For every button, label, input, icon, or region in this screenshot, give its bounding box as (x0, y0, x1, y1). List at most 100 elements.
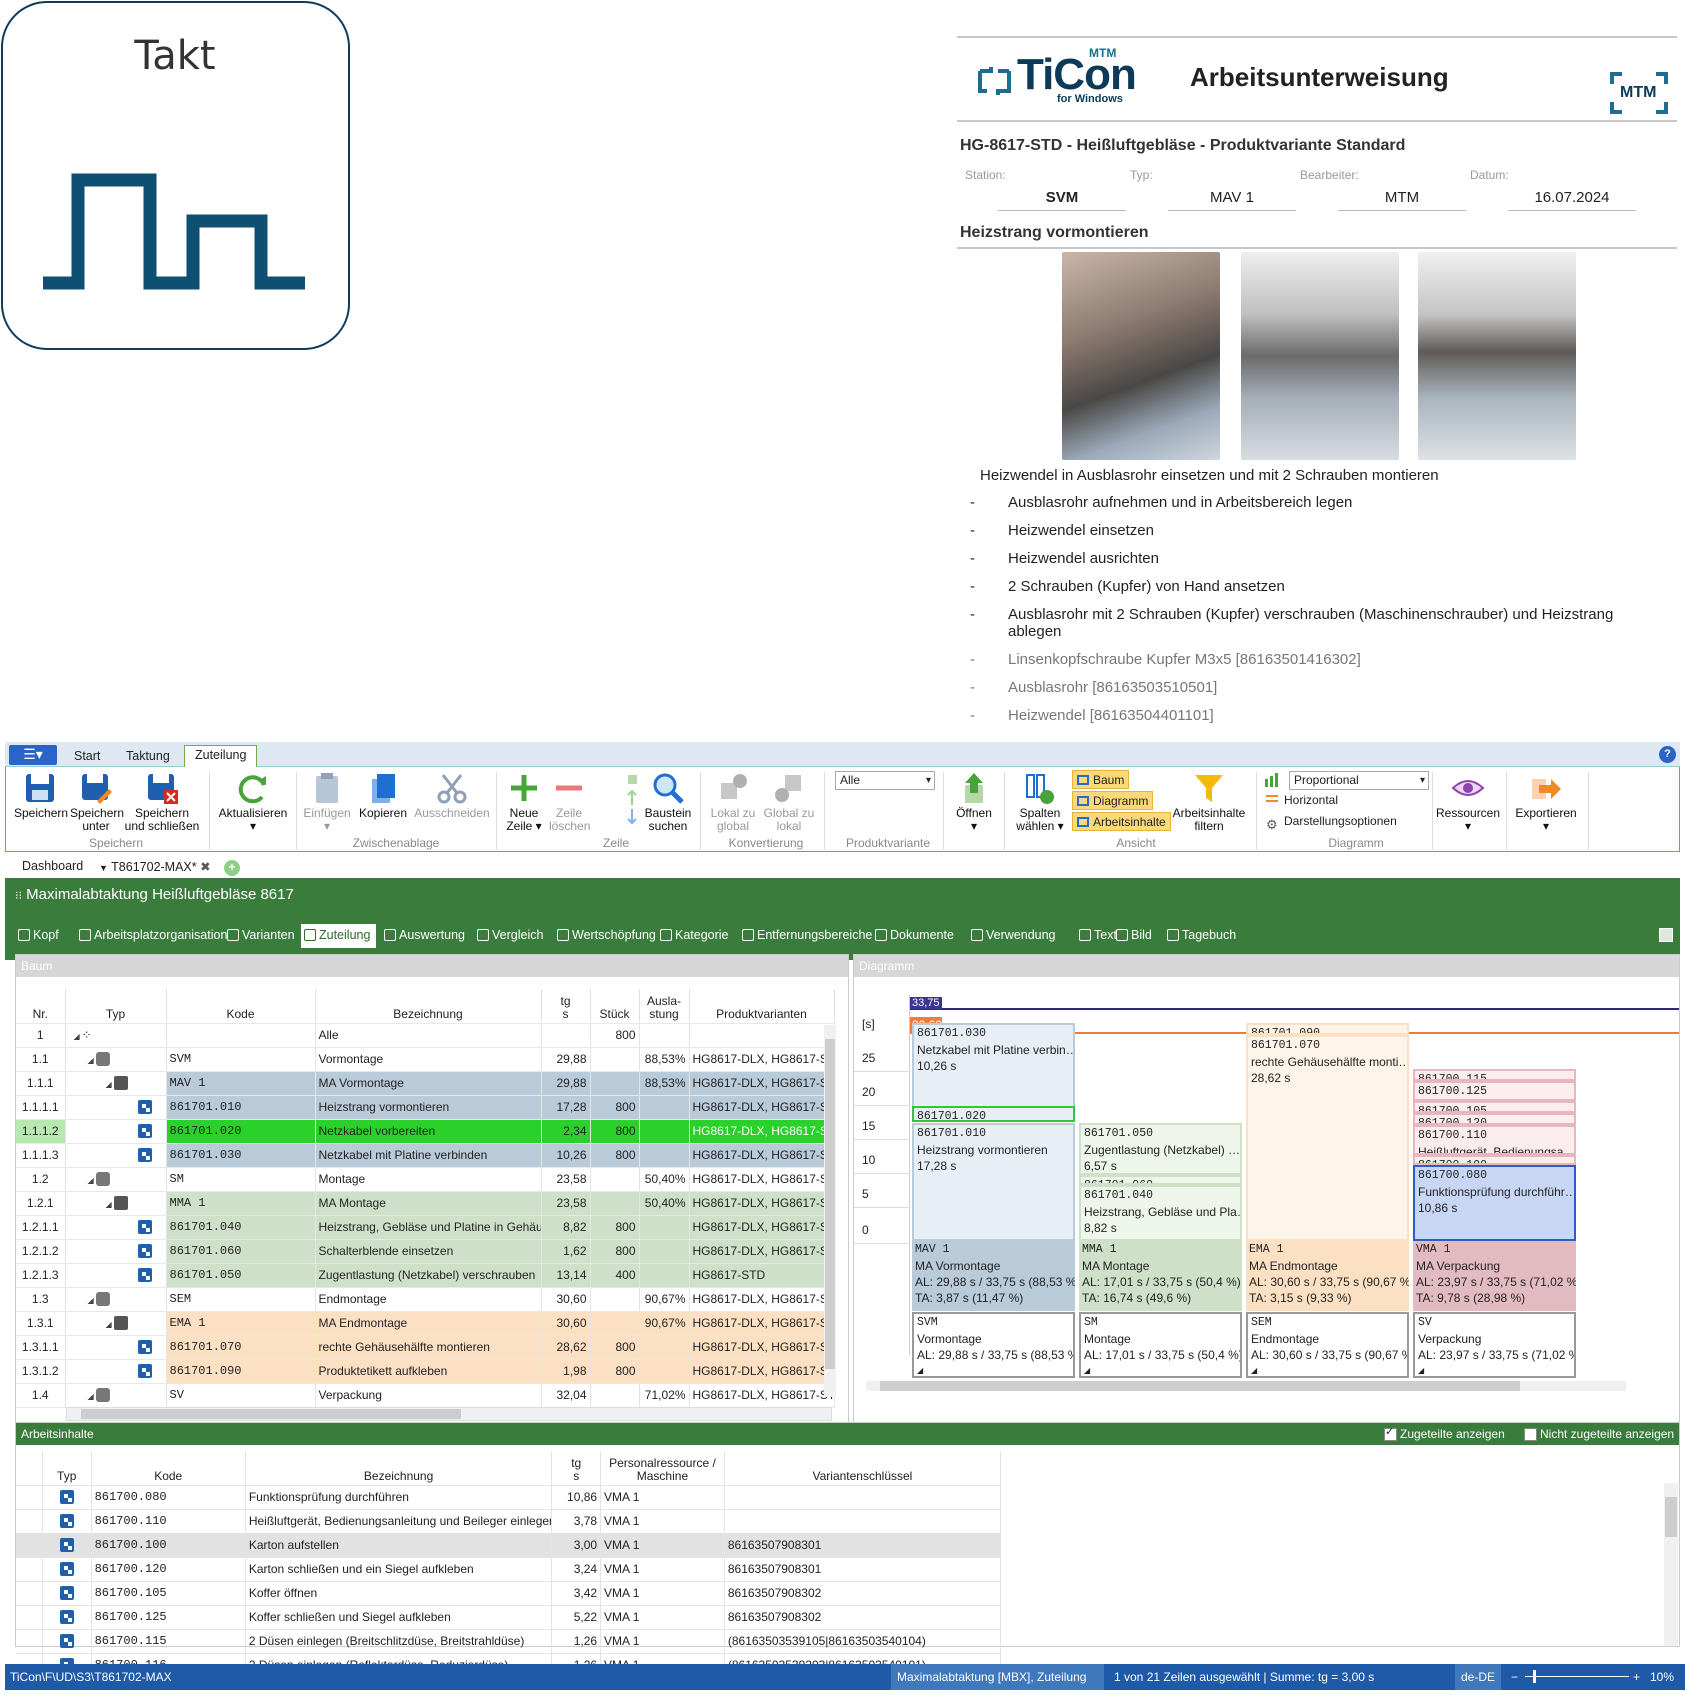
diagram-element-block[interactable]: 861700.125 (1413, 1081, 1576, 1101)
baum-column-header[interactable]: Ausla- stung (639, 989, 690, 1024)
ai-vscrollbar[interactable] (1664, 1483, 1678, 1646)
choose-columns-button[interactable]: Spalten wählen ▾ (1010, 771, 1070, 833)
baum-row[interactable]: 1.3 ◢ SEM Endmontage 30,60 90,67% HG8617-DLX, … (16, 1287, 835, 1312)
baum-row[interactable]: 1.2.1.2 861701.060 Schalterblende einsetze… (16, 1239, 835, 1264)
diagram-element-block[interactable]: 861701.060 (1079, 1175, 1242, 1185)
horizontal-toggle[interactable]: Horizontal (1264, 791, 1342, 810)
zoom-slider[interactable]: − + (1511, 1664, 1643, 1690)
baum-row[interactable]: 1.3.1 ◢ EMA 1 MA Endmontage 30,60 90,67% HG861… (16, 1311, 835, 1336)
baum-row[interactable]: 1.1.1.2 861701.020 Netzkabel vorbereiten 2,… (16, 1119, 835, 1144)
baum-row[interactable]: 1.2 ◢ SM Montage 23,58 50,40% HG8617-DLX, HG86… (16, 1167, 835, 1192)
move-arrows-icon[interactable] (626, 775, 638, 827)
view-arbeitsinhalte-toggle[interactable]: Arbeitsinhalte (1072, 812, 1171, 831)
baum-row[interactable]: 1.2.1 ◢ MMA 1 MA Montage 23,58 50,40% HG8617-D… (16, 1191, 835, 1216)
save-as-button[interactable]: Speichern unter (70, 771, 124, 833)
diagram-element-block[interactable]: 861700.110 Heißluftgerät, Bedienungsa… (1413, 1125, 1576, 1155)
baum-hscrollbar[interactable] (66, 1407, 832, 1421)
nav-tab-varianten[interactable]: Varianten (224, 924, 301, 948)
diagram-element-block[interactable]: 861701.020 (912, 1106, 1075, 1122)
diagramm-mode-select[interactable]: Proportional (1289, 771, 1429, 790)
ai-row[interactable]: 861700.105 Koffer öffnen 3,42 VMA 1 86163507… (16, 1581, 1002, 1606)
nav-tab-kopf[interactable]: Kopf (15, 924, 65, 948)
new-row-button[interactable]: Neue Zeile ▾ (502, 771, 546, 833)
diagram-element-block[interactable]: 861701.030 Netzkabel mit Platine verbin… 1… (912, 1023, 1075, 1117)
show-assigned-checkbox[interactable]: Zugeteilte anzeigen (1384, 1425, 1505, 1441)
panel-icon[interactable] (1659, 928, 1673, 942)
ai-row[interactable]: 861700.115 2 Düsen einlegen (Breitschlitz… (16, 1629, 1002, 1654)
nav-tab-entfernungsbereiche[interactable]: Entfernungsbereiche (739, 924, 878, 948)
baum-column-header[interactable]: Produktvarianten (689, 989, 835, 1024)
baum-column-header[interactable]: tg s (541, 989, 591, 1024)
diagram-element-block[interactable]: 861700.100 (1413, 1155, 1576, 1165)
help-icon[interactable]: ? (1659, 746, 1676, 763)
resources-button[interactable]: Ressourcen ▾ (1436, 771, 1500, 833)
nav-tab-vergleich[interactable]: Vergleich (474, 924, 549, 948)
ai-column-header[interactable]: Bezeichnung (245, 1451, 553, 1486)
open-button[interactable]: Öffnen ▾ (951, 771, 997, 833)
add-tab-icon[interactable]: + (224, 860, 240, 876)
cut-button[interactable]: Ausschneiden (414, 771, 490, 820)
baum-column-header[interactable]: Bezeichnung (315, 989, 542, 1024)
ai-row[interactable]: 861700.110 Heißluftgerät, Bedienungsanlei… (16, 1509, 1002, 1534)
export-button[interactable]: Exportieren ▾ (1514, 771, 1578, 833)
nav-tab-kategorie[interactable]: Kategorie (657, 924, 735, 948)
diagram-element-block[interactable]: 861701.050 Zugentlastung (Netzkabel) … 6,5… (1079, 1123, 1242, 1175)
nav-tab-verwendung[interactable]: Verwendung (968, 924, 1062, 948)
view-diagramm-toggle[interactable]: Diagramm (1072, 791, 1154, 810)
ai-column-header[interactable]: Typ (42, 1451, 92, 1486)
diagram-element-block[interactable]: 861700.080 Funktionsprüfung durchführ… 10,… (1413, 1165, 1576, 1241)
diagram-element-block[interactable]: 861701.070 rechte Gehäusehälfte monti… 28,… (1246, 1035, 1409, 1241)
ai-row[interactable]: 861700.120 Karton schließen und ein Siege… (16, 1557, 1002, 1582)
baum-column-header[interactable]: Typ (65, 989, 167, 1024)
baum-row[interactable]: 1.1.1.1 861701.010 Heizstrang vormontieren… (16, 1095, 835, 1120)
nav-tab-dokumente[interactable]: Dokumente (872, 924, 960, 948)
local-to-global-button[interactable]: Lokal zu global (708, 771, 758, 833)
baum-row[interactable]: 1.2.1.3 861701.050 Zugentlastung (Netzkabe… (16, 1263, 835, 1288)
doc-tab-dashboard[interactable]: Dashboard (22, 859, 83, 873)
nav-tab-tagebuch[interactable]: Tagebuch (1164, 924, 1242, 948)
baum-column-header[interactable]: Kode (166, 989, 316, 1024)
baum-column-header[interactable]: Nr. (16, 989, 66, 1024)
ai-row[interactable]: 861700.080 Funktionsprüfung durchführen 10… (16, 1485, 1002, 1510)
diagram-element-block[interactable]: 861700.105 (1413, 1101, 1576, 1113)
baum-row[interactable]: 1.3.1.1 861701.070 rechte Gehäusehälfte mo… (16, 1335, 835, 1360)
nav-tab-bild[interactable]: Bild (1113, 924, 1158, 948)
ai-row[interactable]: 861700.125 Koffer schließen und Siegel au… (16, 1605, 1002, 1630)
baum-row[interactable]: 1.4 ◢ SV Verpackung 32,04 71,02% HG8617-DLX, H… (16, 1383, 835, 1408)
nav-tab-arbeitsplatzorganisation[interactable]: Arbeitsplatzorganisation (76, 924, 233, 948)
status-language[interactable]: de-DE (1455, 1664, 1501, 1690)
file-menu-button[interactable]: ☰▾ (9, 745, 57, 765)
filter-workcontent-button[interactable]: Arbeitsinhalte filtern (1168, 771, 1250, 833)
baum-column-header[interactable]: Stück (590, 989, 640, 1024)
nav-tab-zuteilung[interactable]: Zuteilung (301, 924, 377, 948)
global-to-local-button[interactable]: Global zu lokal (763, 771, 815, 833)
ai-column-header[interactable]: Personalressource / Maschine (600, 1451, 725, 1486)
refresh-button[interactable]: Aktualisieren ▾ (216, 771, 290, 833)
diagram-element-block[interactable]: 861701.090 (1246, 1023, 1409, 1035)
tab-taktung[interactable]: Taktung (116, 747, 180, 767)
baum-row[interactable]: 1.1.1.3 861701.030 Netzkabel mit Platine v… (16, 1143, 835, 1168)
ai-column-header[interactable]: Kode (91, 1451, 246, 1486)
paste-button[interactable]: Einfügen ▾ (303, 771, 351, 833)
nav-tab-auswertung[interactable]: Auswertung (381, 924, 471, 948)
delete-row-button[interactable]: Zeile löschen (549, 771, 590, 833)
display-options-button[interactable]: ⚙ Darstellungsoptionen (1264, 812, 1401, 832)
save-button[interactable]: Speichern (14, 771, 68, 820)
baum-row[interactable]: 1 ◢ ⁘ Alle 800 (16, 1023, 835, 1048)
diagram-element-block[interactable]: 861700.120 (1413, 1113, 1576, 1125)
produktvariante-select[interactable]: Alle (835, 771, 935, 790)
diagram-element-block[interactable]: 861701.040 Heizstrang, Gebläse und Pla… 8,… (1079, 1185, 1242, 1241)
tab-zuteilung[interactable]: Zuteilung (184, 745, 258, 768)
find-block-button[interactable]: Baustein suchen (643, 771, 693, 833)
tab-start[interactable]: Start (64, 747, 110, 767)
show-unassigned-checkbox[interactable]: Nicht zugeteilte anzeigen (1524, 1427, 1674, 1441)
ai-row[interactable]: 861700.100 Karton aufstellen 3,00 VMA 1 8616… (16, 1533, 1002, 1558)
save-close-button[interactable]: Speichern und schließen (124, 771, 200, 833)
nav-tab-wertschöpfung[interactable]: Wertschöpfung (554, 924, 662, 948)
diagram-element-block[interactable]: 861700.115 (1413, 1069, 1576, 1081)
baum-row[interactable]: 1.1.1 ◢ MAV 1 MA Vormontage 29,88 88,53% HG861… (16, 1071, 835, 1096)
baum-vscrollbar[interactable] (824, 1025, 836, 1397)
doc-tab-active[interactable]: ▼ T861702-MAX* ✖ (99, 859, 211, 874)
copy-button[interactable]: Kopieren (355, 771, 411, 820)
baum-row[interactable]: 1.1 ◢ SVM Vormontage 29,88 88,53% HG8617-DLX, … (16, 1047, 835, 1072)
